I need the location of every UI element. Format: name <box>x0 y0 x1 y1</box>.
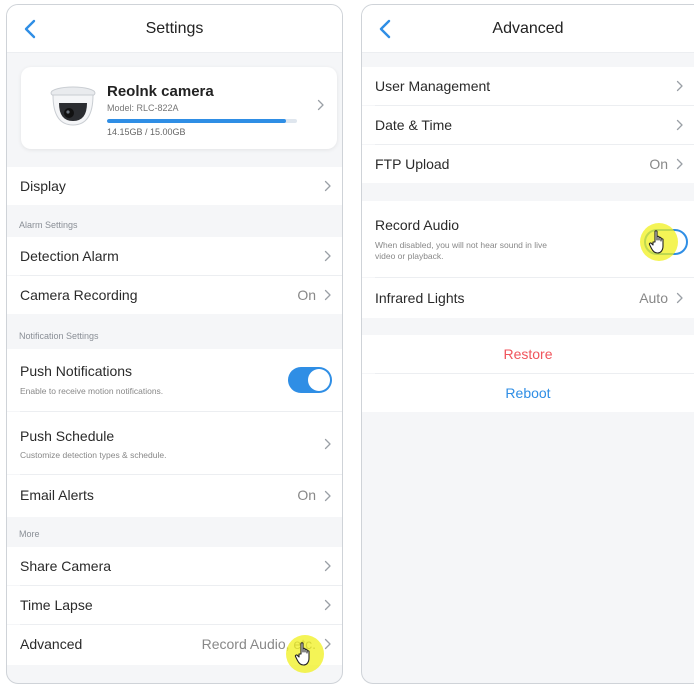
chevron-right-icon <box>324 250 332 262</box>
camera-icon <box>50 86 96 126</box>
push-notifications-toggle[interactable] <box>288 367 332 393</box>
record-audio-label: Record Audio <box>375 217 460 233</box>
advanced-navbar: Advanced <box>362 5 694 53</box>
ftp-upload-label: FTP Upload <box>375 156 450 172</box>
record-audio-description-line2: video or playback. <box>375 251 444 261</box>
email-alerts-row[interactable]: Email Alerts On <box>7 475 342 517</box>
chevron-right-icon <box>676 80 684 92</box>
restore-row: Restore <box>362 335 694 373</box>
display-label: Display <box>20 178 66 194</box>
infrared-lights-value: Auto <box>639 290 668 306</box>
ftp-upload-row[interactable]: FTP Upload On <box>362 145 694 183</box>
infrared-lights-label: Infrared Lights <box>375 290 465 306</box>
chevron-right-icon <box>324 638 332 650</box>
date-time-label: Date & Time <box>375 117 453 133</box>
user-management-row[interactable]: User Management <box>362 67 694 105</box>
push-notifications-label: Push Notifications <box>20 363 133 379</box>
hand-cursor-icon <box>648 229 670 255</box>
chevron-right-icon <box>324 180 332 192</box>
push-schedule-description: Customize detection types & schedule. <box>20 450 167 460</box>
display-row[interactable]: Display <box>7 167 342 205</box>
date-time-row[interactable]: Date & Time <box>362 106 694 144</box>
chevron-right-icon <box>676 292 684 304</box>
restore-button[interactable]: Restore <box>362 346 694 362</box>
chevron-right-icon <box>317 99 325 111</box>
share-camera-label: Share Camera <box>20 558 112 574</box>
camera-card[interactable]: Reolnk camera Model: RLC-822A 14.15GB / … <box>21 67 337 149</box>
push-schedule-label: Push Schedule <box>20 428 115 444</box>
chevron-right-icon <box>676 158 684 170</box>
settings-navbar: Settings <box>7 5 342 53</box>
chevron-right-icon <box>324 438 332 450</box>
camera-name: Reolnk camera <box>107 83 214 100</box>
camera-recording-value: On <box>297 287 316 303</box>
chevron-right-icon <box>324 490 332 502</box>
storage-text: 14.15GB / 15.00GB <box>107 127 186 137</box>
ftp-upload-value: On <box>649 156 668 172</box>
page-title: Settings <box>145 19 204 37</box>
camera-recording-row[interactable]: Camera Recording On <box>7 276 342 314</box>
storage-progress-bar <box>107 119 297 123</box>
record-audio-description-line1: When disabled, you will not hear sound i… <box>375 240 547 250</box>
back-icon[interactable] <box>374 17 398 41</box>
storage-progress-fill <box>107 119 287 123</box>
hand-cursor-icon <box>294 641 316 667</box>
push-notifications-row: Push Notifications Enable to receive mot… <box>7 349 342 411</box>
time-lapse-label: Time Lapse <box>20 597 93 613</box>
advanced-label: Advanced <box>20 636 83 652</box>
settings-screen: Settings Reolnk camera Model: RLC-822A 1… <box>6 4 343 684</box>
reboot-button[interactable]: Reboot <box>362 385 694 401</box>
page-title: Advanced <box>492 19 564 37</box>
toggle-knob <box>308 369 330 391</box>
section-more: More <box>19 529 40 539</box>
camera-recording-label: Camera Recording <box>20 287 138 303</box>
detection-alarm-row[interactable]: Detection Alarm <box>7 237 342 275</box>
chevron-right-icon <box>324 599 332 611</box>
advanced-screen: Advanced User Management Date & Time FTP… <box>361 4 694 684</box>
push-schedule-row[interactable]: Push Schedule Customize detection types … <box>7 412 342 474</box>
email-alerts-label: Email Alerts <box>20 487 94 503</box>
time-lapse-row[interactable]: Time Lapse <box>7 586 342 624</box>
chevron-right-icon <box>324 560 332 572</box>
email-alerts-value: On <box>297 487 316 503</box>
back-icon[interactable] <box>19 17 43 41</box>
reboot-row: Reboot <box>362 374 694 412</box>
detection-alarm-label: Detection Alarm <box>20 248 119 264</box>
section-notification-settings: Notification Settings <box>19 331 99 341</box>
chevron-right-icon <box>676 119 684 131</box>
push-notifications-description: Enable to receive motion notifications. <box>20 386 164 396</box>
infrared-lights-row[interactable]: Infrared Lights Auto <box>362 278 694 318</box>
section-alarm-settings: Alarm Settings <box>19 220 78 230</box>
chevron-right-icon <box>324 289 332 301</box>
share-camera-row[interactable]: Share Camera <box>7 547 342 585</box>
camera-model: Model: RLC-822A <box>107 103 179 113</box>
user-management-label: User Management <box>375 78 491 94</box>
